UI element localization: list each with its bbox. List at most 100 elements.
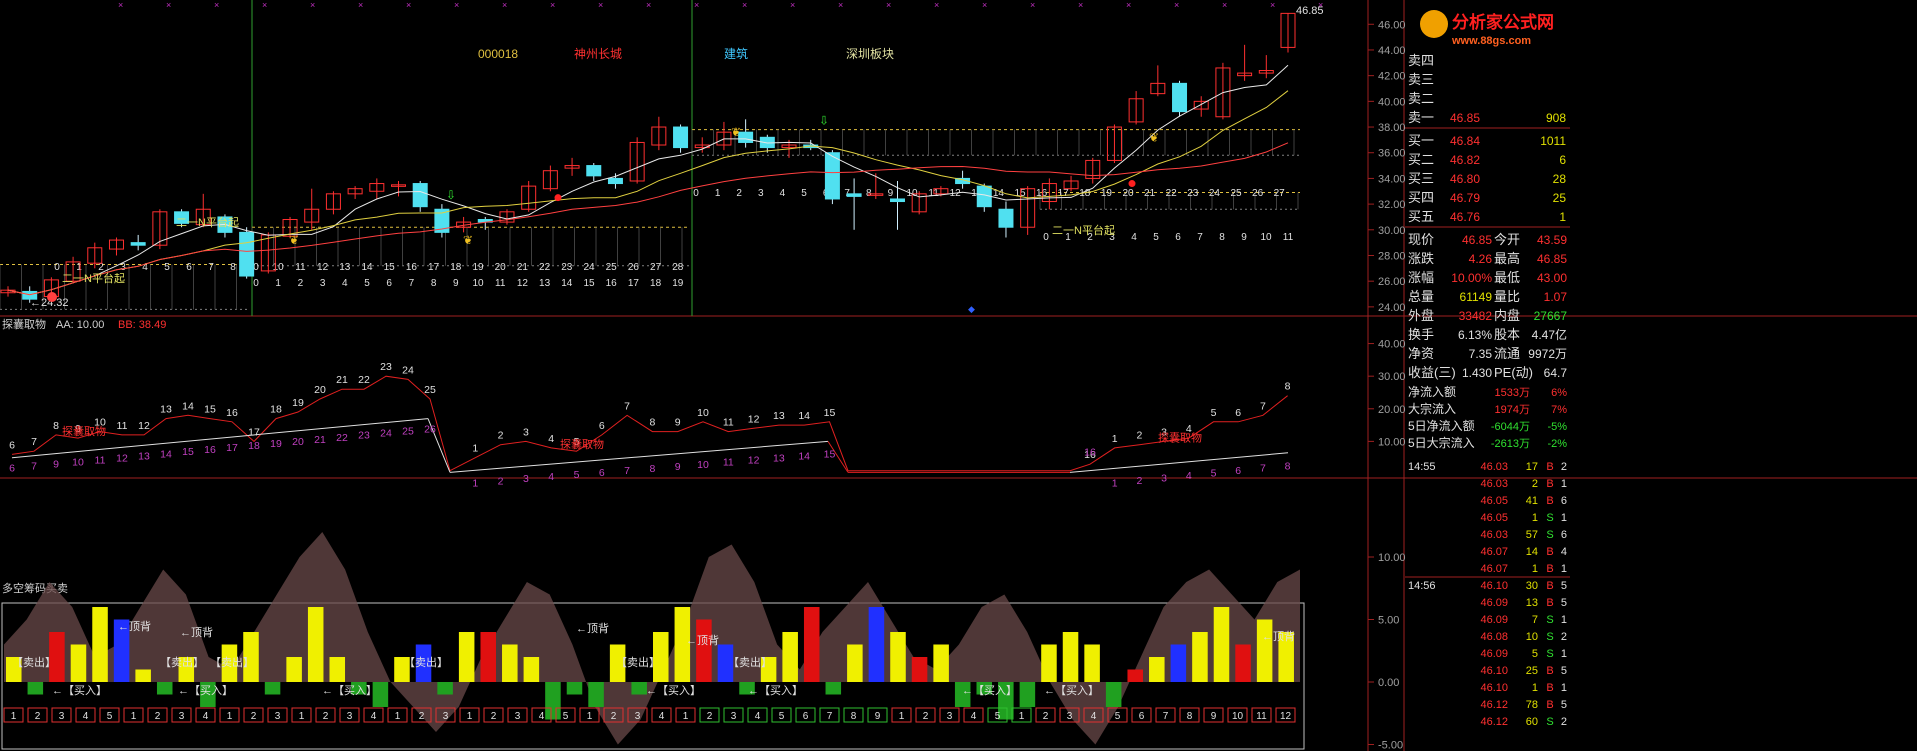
count-label: 7 — [208, 262, 214, 273]
butterfly-icon: ❦ — [463, 233, 473, 247]
tick-side: S — [1546, 631, 1553, 643]
indicator-count-label: 6 — [599, 467, 605, 479]
count-label: 3 — [320, 278, 326, 289]
stat-value: 61149 — [1460, 290, 1493, 304]
chip-bar — [437, 682, 453, 695]
platform-annotation: 二一N平台起 — [1052, 223, 1115, 237]
order-book-volume: 28 — [1553, 172, 1567, 186]
stat-value: 9972万 — [1528, 347, 1567, 361]
count-label: 5 — [364, 278, 370, 289]
stat-label: 内盘 — [1494, 308, 1520, 323]
indicator-count-label: 12 — [748, 455, 760, 467]
stat-value: 10.00% — [1451, 271, 1492, 285]
stat-value: 4.47亿 — [1532, 327, 1567, 342]
tick-volume: 30 — [1526, 580, 1538, 592]
indicator-count-label: 7 — [31, 436, 37, 448]
flow-percent: -5% — [1547, 421, 1567, 433]
count-label: 26 — [628, 262, 640, 273]
sequence-number: 3 — [179, 711, 185, 722]
tick-price: 46.09 — [1480, 648, 1508, 660]
order-book-label: 卖四 — [1408, 53, 1434, 68]
count-label: 4 — [780, 188, 786, 199]
stock-chart-window[interactable]: 46.0044.0042.0040.0038.0036.0034.0032.00… — [0, 0, 1917, 751]
indicator-count-label: 1 — [1112, 433, 1118, 445]
price-axis-label: 26.00 — [1378, 276, 1406, 288]
platform-annotation: 二一N平台起 — [62, 271, 125, 285]
indicator-count-label: 1 — [472, 443, 478, 455]
candle-body — [607, 177, 623, 185]
stock-label: 建筑 — [724, 46, 748, 61]
sequence-number: 4 — [539, 711, 545, 722]
indicator-count-label: 7 — [624, 400, 630, 412]
stat-value: 4.26 — [1469, 252, 1493, 266]
sequence-number: 2 — [251, 711, 257, 722]
price-area-bg — [0, 0, 1368, 316]
count-label: 16 — [406, 262, 418, 273]
tick-volume: 78 — [1526, 699, 1538, 711]
indicator-count-label: 6 — [1235, 465, 1241, 477]
count-label: 6 — [386, 278, 392, 289]
top-x-mark: × — [886, 0, 891, 10]
flow-percent: 7% — [1551, 404, 1567, 416]
indicator-count-label: 23 — [380, 361, 392, 373]
count-label: 6 — [1175, 232, 1181, 243]
signal-dot — [47, 292, 57, 302]
sequence-number: 1 — [227, 711, 233, 722]
sequence-number: 1 — [131, 711, 137, 722]
count-label: 10 — [1260, 232, 1272, 243]
tick-volume: 60 — [1526, 716, 1538, 728]
top-x-mark: × — [550, 0, 555, 10]
top-x-mark: × — [454, 0, 459, 10]
order-book-label: 卖一 — [1408, 110, 1434, 125]
sequence-number: 6 — [1139, 711, 1145, 722]
stock-label: 神州长城 — [574, 47, 622, 61]
count-label: 9 — [888, 188, 894, 199]
count-label: 21 — [517, 262, 529, 273]
indicator-axis-label: 10.00 — [1378, 552, 1406, 564]
order-book-label: 买五 — [1408, 209, 1434, 224]
tick-side: S — [1546, 512, 1553, 524]
price-axis-label: 36.00 — [1378, 148, 1406, 160]
stat-value: 43.00 — [1537, 271, 1567, 285]
count-label: 1 — [715, 188, 721, 199]
count-label: 18 — [450, 262, 462, 273]
sequence-number: 3 — [947, 711, 953, 722]
indicator-count-label: 15 — [824, 448, 836, 460]
indicator-count-label: 25 — [402, 426, 414, 438]
chip-bar — [1213, 607, 1230, 682]
tick-price: 46.12 — [1480, 716, 1508, 728]
indicator-count-label: 22 — [336, 432, 348, 444]
chip-bar — [286, 657, 302, 682]
top-x-mark: × — [262, 0, 267, 10]
indicator-count-label: 4 — [548, 433, 554, 445]
flow-label: 净流入额 — [1408, 385, 1456, 399]
count-label: 15 — [583, 278, 595, 289]
count-label: 19 — [1101, 188, 1113, 199]
top-x-mark: × — [1030, 0, 1035, 10]
sequence-number: 1 — [899, 711, 905, 722]
indicator-count-label: 11 — [95, 454, 106, 466]
tick-price: 46.10 — [1480, 682, 1508, 694]
count-label: 6 — [186, 262, 192, 273]
count-label: 5 — [1153, 232, 1159, 243]
count-label: 21 — [1144, 188, 1156, 199]
sequence-number: 2 — [611, 711, 617, 722]
top-x-mark: × — [166, 0, 171, 10]
flow-value: 1533万 — [1495, 387, 1530, 399]
count-label: 19 — [472, 262, 484, 273]
tick-volume: 2 — [1532, 478, 1538, 490]
order-book-price: 46.84 — [1450, 134, 1480, 148]
count-label: 25 — [1230, 188, 1242, 199]
top-x-mark: × — [406, 0, 411, 10]
chip-bar — [135, 669, 151, 682]
tick-count: 5 — [1561, 597, 1567, 609]
chip-bar — [458, 632, 475, 682]
tick-side: B — [1546, 546, 1553, 558]
indicator-count-label: 7 — [1260, 463, 1266, 475]
tannang-tag: 探囊取物 — [560, 437, 604, 451]
indicator-count-label: 2 — [498, 475, 504, 487]
order-book-label: 买一 — [1408, 133, 1434, 148]
chip-bar — [1149, 657, 1165, 682]
down-arrow-icon: ⇩ — [819, 113, 829, 127]
chip-bar — [480, 632, 496, 682]
